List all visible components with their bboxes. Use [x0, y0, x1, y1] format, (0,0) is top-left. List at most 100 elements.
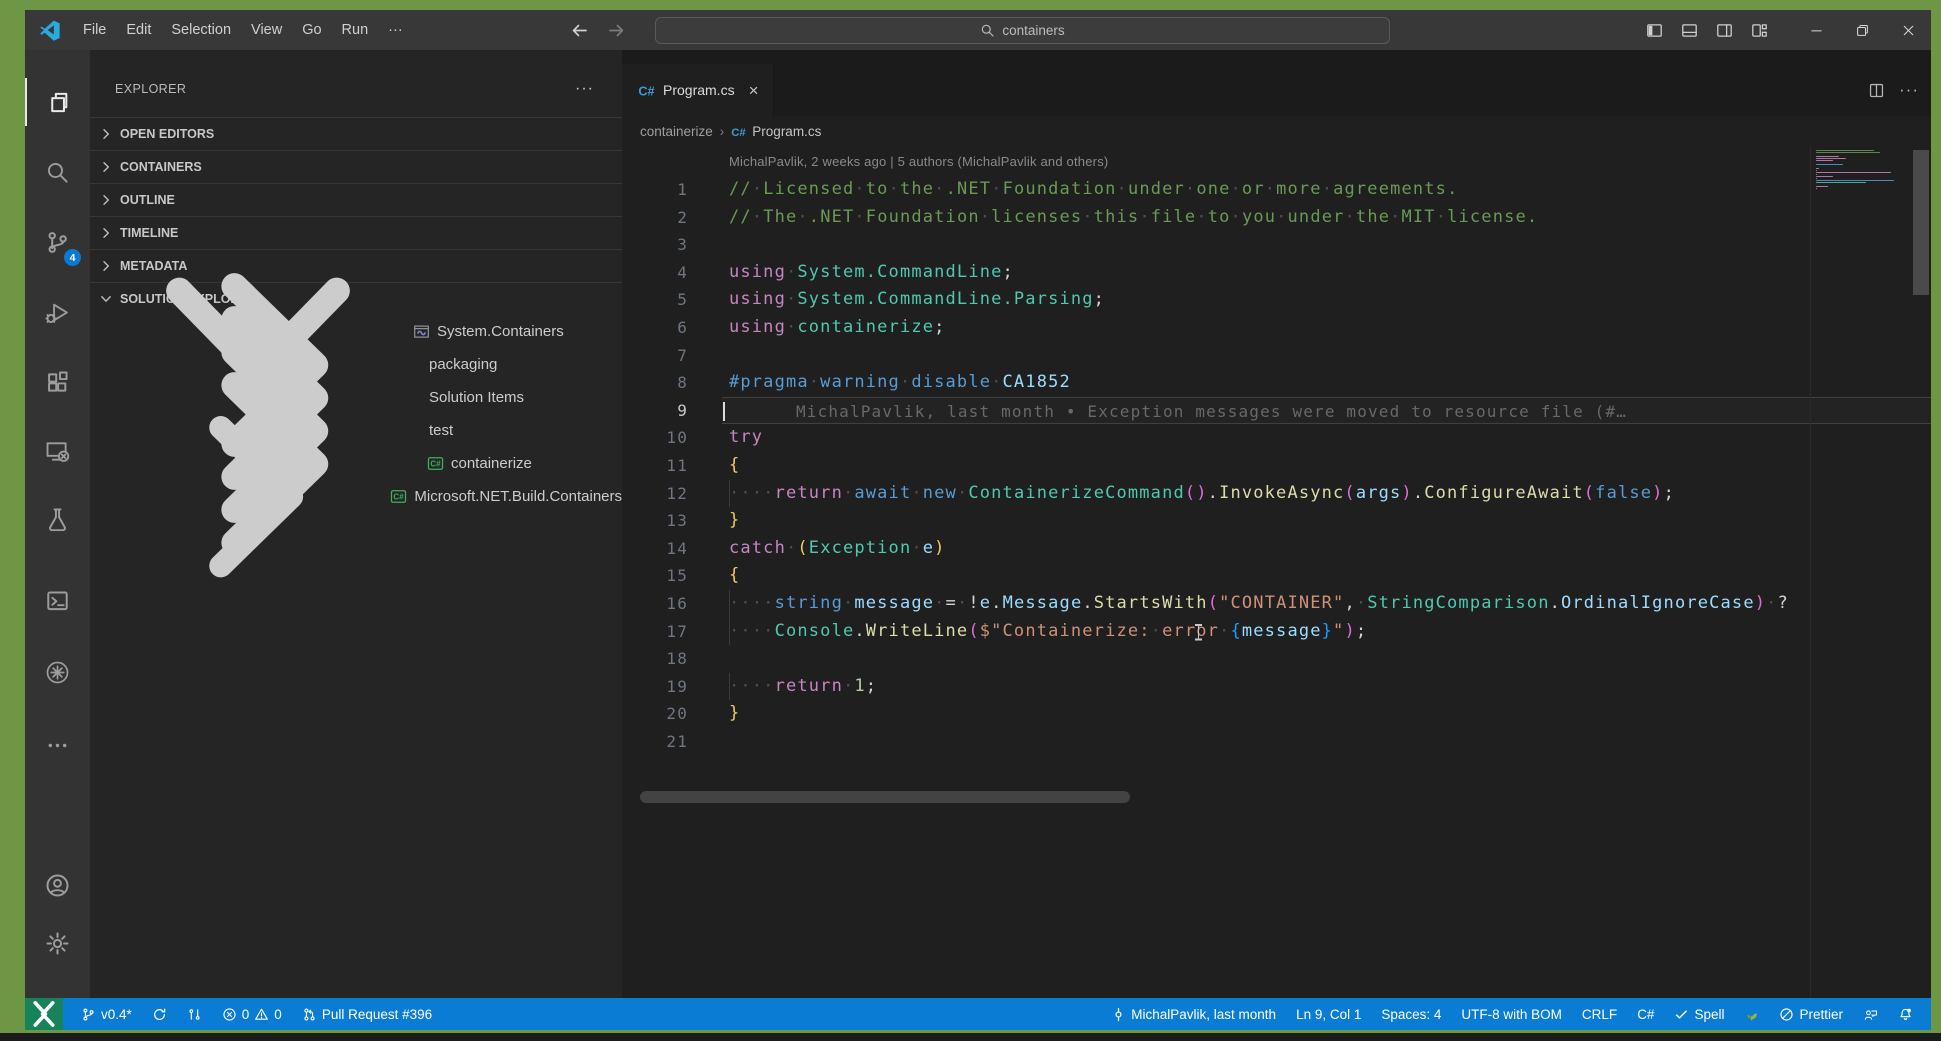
tab-label: Program.cs [663, 82, 735, 98]
activity-item-settings[interactable] [25, 919, 90, 967]
status-eol[interactable]: CRLF [1574, 1001, 1625, 1027]
codelens-annotation[interactable]: MichalPavlik, 2 weeks ago | 5 authors (M… [622, 146, 1931, 176]
code-line-6[interactable]: 6using·containerize; [622, 314, 1931, 342]
code-line-9[interactable]: 9MichalPavlik, last month • Exception me… [622, 397, 1931, 425]
status-bar-right: MichalPavlik, last monthLn 9, Col 1Space… [1103, 1001, 1921, 1027]
menu-item-selection[interactable]: Selection [161, 18, 241, 42]
code-line-20[interactable]: 20} [622, 700, 1931, 728]
check-icon [1674, 1007, 1689, 1022]
menu-item-view[interactable]: View [241, 18, 292, 42]
remote-indicator[interactable] [25, 998, 63, 1030]
status-bar-left: v0.4* 00Pull Request #396 [73, 1001, 1103, 1027]
restore-icon [1855, 23, 1870, 38]
activity-item-testing[interactable] [25, 494, 90, 542]
restore-button[interactable] [1839, 10, 1885, 50]
tab-close-button[interactable]: × [749, 82, 759, 99]
tab-program-cs[interactable]: C# Program.cs × [622, 64, 774, 116]
vertical-scrollbar[interactable] [1911, 146, 1931, 998]
sidebar-actions-button[interactable]: ··· [575, 80, 594, 98]
breadcrumb-file[interactable]: Program.cs [752, 124, 821, 139]
code-line-12[interactable]: 12····return·await·new·ContainerizeComma… [622, 480, 1931, 508]
status-pull-request[interactable]: Pull Request #396 [294, 1001, 440, 1027]
activity-item-extensions[interactable] [25, 358, 90, 406]
activity-item-explorer[interactable] [25, 78, 90, 126]
code-line-21[interactable]: 21 [622, 728, 1931, 756]
gutter-line-number: 20 [622, 700, 722, 728]
status-compare-changes[interactable] [179, 1001, 210, 1027]
status-notifications[interactable] [1890, 1001, 1921, 1027]
minimap[interactable] [1810, 146, 1896, 998]
activity-item-accounts[interactable] [25, 861, 90, 909]
split-editor-button[interactable] [1868, 82, 1885, 99]
activity-item-compass[interactable] [25, 648, 90, 696]
activity-item-terminal[interactable] [25, 576, 90, 624]
activity-item-search[interactable] [25, 148, 90, 196]
code-line-5[interactable]: 5using·System.CommandLine.Parsing; [622, 286, 1931, 314]
customize-layout-button[interactable] [1742, 10, 1777, 50]
code-line-14[interactable]: 14catch·(Exception·e) [622, 535, 1931, 563]
compass-icon [45, 660, 70, 685]
search-icon [45, 160, 70, 185]
toggle-secondary-sidebar-button[interactable] [1707, 10, 1742, 50]
code-editor[interactable]: MichalPavlik, 2 weeks ago | 5 authors (M… [622, 146, 1931, 998]
taskbar-strip [0, 1033, 1941, 1041]
remote-icon [45, 438, 70, 463]
history-back-button[interactable] [570, 21, 589, 40]
code-line-1[interactable]: 1//·Licensed·to·the·.NET·Foundation·unde… [622, 176, 1931, 204]
horizontal-scrollbar[interactable] [640, 791, 1130, 803]
code-line-17[interactable]: 17····Console.WriteLine($"Containerize:·… [622, 618, 1931, 646]
gutter-line-number: 2 [622, 204, 722, 232]
status-language-mode[interactable]: C# [1629, 1001, 1662, 1027]
code-line-10[interactable]: 10try [622, 424, 1931, 452]
gutter-line-number: 15 [622, 562, 722, 590]
activity-item-more-views[interactable] [25, 721, 90, 769]
code-line-3[interactable]: 3 [622, 231, 1931, 259]
tree-item-microsoft-net-build-containers[interactable]: C#Microsoft.NET.Build.Containers [90, 480, 622, 513]
menu-item-file[interactable]: File [73, 18, 116, 42]
code-line-8[interactable]: 8#pragma·warning·disable·CA1852 [622, 369, 1931, 397]
editor-more-actions-button[interactable]: ··· [1899, 80, 1919, 100]
breadcrumb-folder[interactable]: containerize [640, 124, 713, 139]
code-line-18[interactable]: 18 [622, 645, 1931, 673]
close-icon [1901, 23, 1916, 38]
status-blame-commit[interactable]: MichalPavlik, last month [1103, 1001, 1284, 1027]
chevron-right-icon [98, 159, 114, 175]
menu-item-edit[interactable]: Edit [116, 18, 161, 42]
close-button[interactable] [1885, 10, 1931, 50]
minimize-button[interactable] [1793, 10, 1839, 50]
status-encoding[interactable]: UTF-8 with BOM [1453, 1001, 1570, 1027]
code-line-7[interactable]: 7 [622, 342, 1931, 370]
status-prettier[interactable]: Prettier [1771, 1001, 1851, 1027]
menu-item-more[interactable]: ··· [378, 18, 413, 42]
csharp-file-icon: C# [731, 124, 746, 139]
activity-item-source-control[interactable]: 4 [25, 218, 90, 266]
code-line-15[interactable]: 15{ [622, 562, 1931, 590]
code-line-4[interactable]: 4using·System.CommandLine; [622, 259, 1931, 287]
status-branch-version[interactable]: v0.4* [73, 1001, 140, 1027]
code-line-19[interactable]: 19····return·1; [622, 673, 1931, 701]
code-line-13[interactable]: 13} [622, 507, 1931, 535]
section-open-editors[interactable]: OPEN EDITORS [90, 117, 622, 150]
status-problems[interactable]: 00 [214, 1001, 290, 1027]
status-cursor-position[interactable]: Ln 9, Col 1 [1288, 1001, 1369, 1027]
activity-item-remote-explorer[interactable] [25, 426, 90, 474]
code-line-16[interactable]: 16····string·message·=·!e.Message.Starts… [622, 590, 1931, 618]
compare-icon [187, 1007, 202, 1022]
command-center[interactable]: containers [655, 17, 1390, 44]
history-forward-button[interactable] [607, 21, 626, 40]
title-bar: FileEditSelectionViewGoRun··· containers [25, 10, 1931, 50]
status-spell-checker[interactable]: Spell [1666, 1001, 1732, 1027]
status-feedback[interactable] [1855, 1001, 1886, 1027]
status-seedling[interactable] [1736, 1001, 1767, 1027]
status-sync[interactable] [144, 1001, 175, 1027]
status-indentation[interactable]: Spaces: 4 [1373, 1001, 1449, 1027]
menu-item-go[interactable]: Go [292, 18, 331, 42]
toggle-panel-button[interactable] [1672, 10, 1707, 50]
activity-item-run-and-debug[interactable] [25, 288, 90, 336]
scrollbar-thumb[interactable] [1913, 150, 1929, 295]
code-line-2[interactable]: 2//·The·.NET·Foundation·licenses·this·fi… [622, 204, 1931, 232]
toggle-primary-sidebar-button[interactable] [1637, 10, 1672, 50]
menu-item-run[interactable]: Run [332, 18, 379, 42]
section-containers[interactable]: CONTAINERS [90, 150, 622, 183]
code-line-11[interactable]: 11{ [622, 452, 1931, 480]
